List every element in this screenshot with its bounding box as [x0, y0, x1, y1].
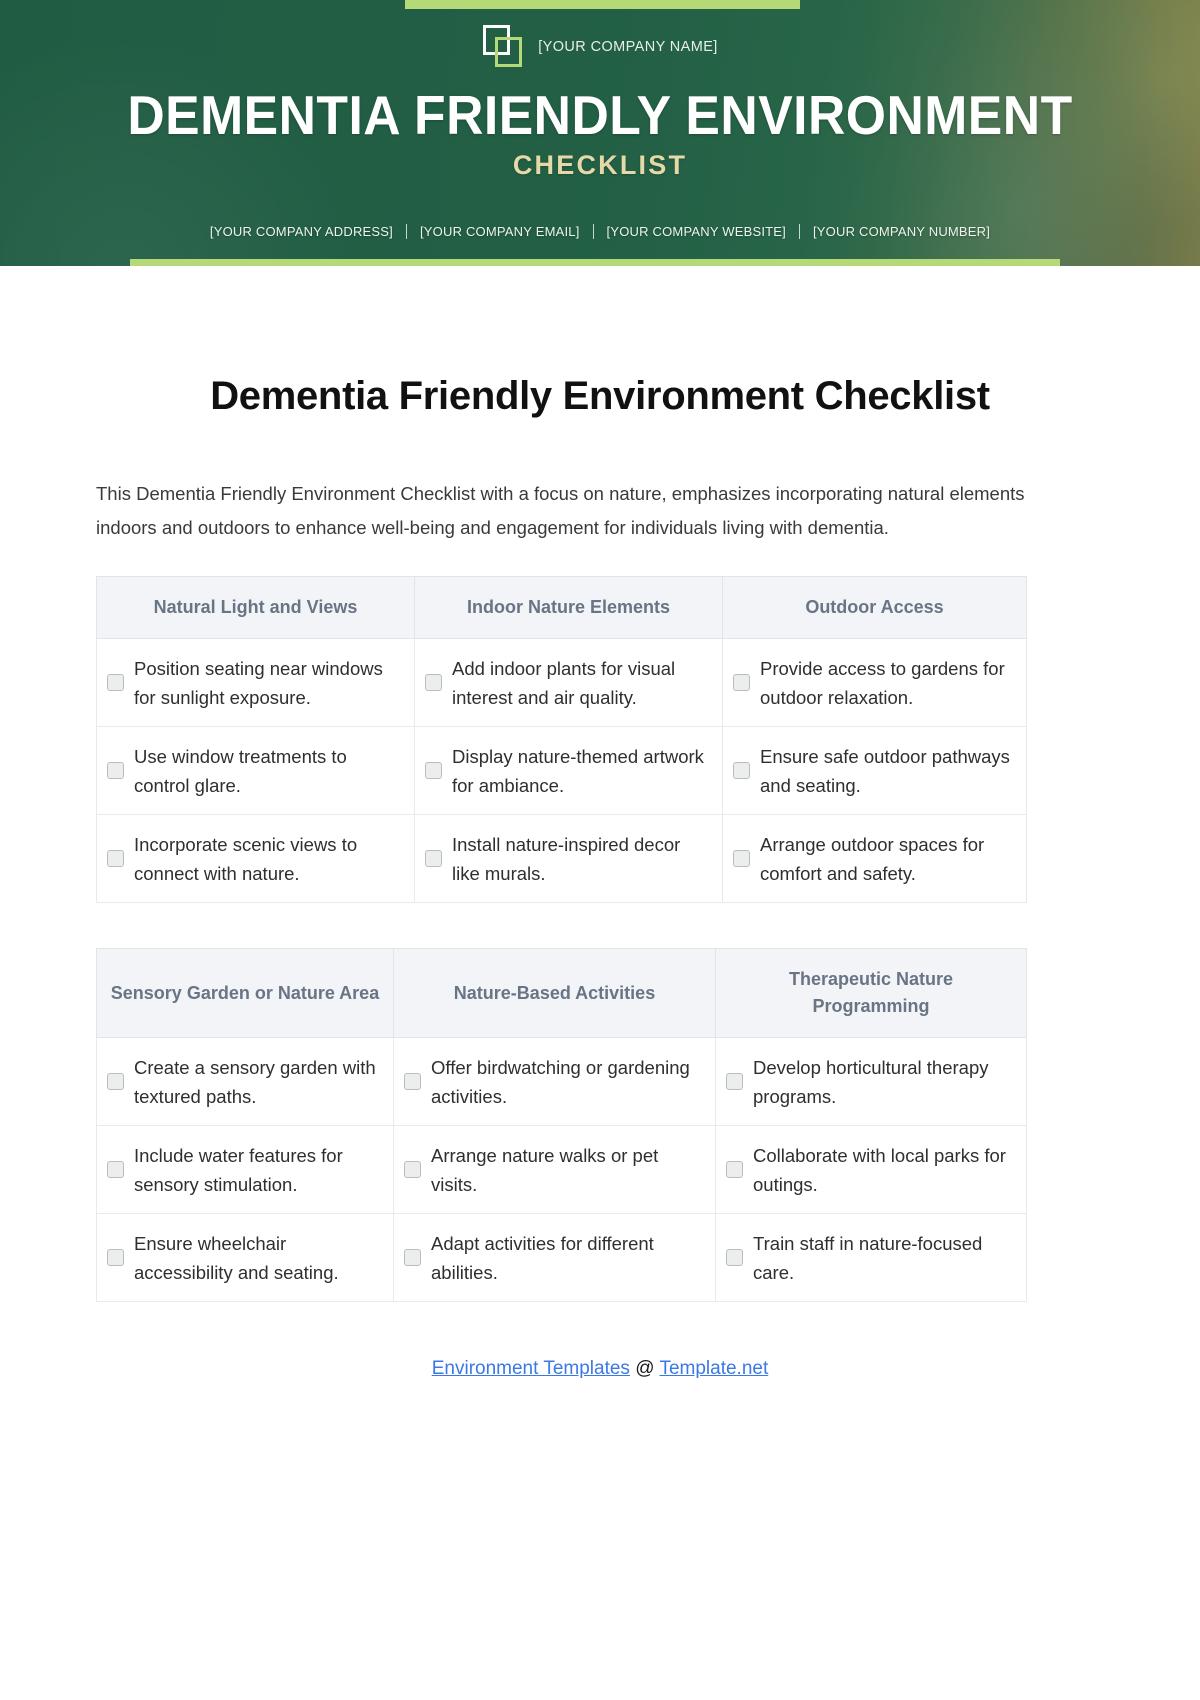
checklist-item-label: Ensure wheelchair accessibility and seat…: [134, 1232, 339, 1283]
checklist-item-label: Arrange nature walks or pet visits.: [431, 1144, 659, 1195]
template-net-link[interactable]: Template.net: [659, 1358, 768, 1379]
checklist-item-label: Arrange outdoor spaces for comfort and s…: [760, 833, 985, 884]
checklist-item-label: Collaborate with local parks for outings…: [753, 1144, 1006, 1195]
checkbox[interactable]: [425, 762, 442, 780]
checklist-cell: Provide access to gardens for outdoor re…: [722, 638, 1027, 728]
checkbox[interactable]: [726, 1249, 743, 1267]
checkbox[interactable]: [107, 1073, 124, 1091]
checklist-cell: Incorporate scenic views to connect with…: [96, 814, 415, 904]
checklist-item-label: Incorporate scenic views to connect with…: [134, 833, 358, 884]
checklist-item-label: Display nature-themed artwork for ambian…: [452, 745, 704, 796]
logo-square-green: [495, 37, 523, 67]
checklist-table: Natural Light and Views Indoor Nature Ele…: [96, 576, 1027, 904]
checklist-cell: Install nature-inspired decor like mural…: [414, 814, 723, 904]
company-email: [YOUR COMPANY EMAIL]: [419, 224, 580, 239]
column-header: Sensory Garden or Nature Area: [96, 948, 394, 1039]
column-header: Nature-Based Activities: [393, 948, 716, 1039]
contact-separator: [592, 224, 594, 239]
company-website: [YOUR COMPANY WEBSITE]: [606, 224, 786, 239]
footer-credit: Environment Templates @ Template.net: [96, 1358, 1104, 1380]
checklist-item-label: Train staff in nature-focused care.: [753, 1232, 983, 1283]
checkbox[interactable]: [726, 1161, 743, 1179]
checkbox[interactable]: [107, 1161, 124, 1179]
company-number: [YOUR COMPANY NUMBER]: [813, 224, 991, 239]
checklist-cell: Ensure safe outdoor pathways and seating…: [722, 726, 1027, 816]
checklist-cell: Arrange nature walks or pet visits.: [393, 1125, 716, 1215]
table-header-row: Sensory Garden or Nature Area Nature-Base…: [96, 948, 1027, 1039]
checklist-item-label: Install nature-inspired decor like mural…: [452, 833, 681, 884]
checkbox[interactable]: [726, 1073, 743, 1091]
company-address: [YOUR COMPANY ADDRESS]: [209, 224, 393, 239]
checklist-item-label: Offer birdwatching or gardening activiti…: [431, 1056, 690, 1107]
checklist-cell: Add indoor plants for visual interest an…: [414, 638, 723, 728]
contact-bar: [YOUR COMPANY ADDRESS] [YOUR COMPANY EMA…: [0, 224, 1200, 239]
checkbox[interactable]: [404, 1161, 421, 1179]
checklist-cell: Adapt activities for different abilities…: [393, 1213, 716, 1303]
checkbox[interactable]: [107, 762, 124, 780]
checkbox[interactable]: [404, 1249, 421, 1267]
table-row: Ensure wheelchair accessibility and seat…: [96, 1213, 1027, 1303]
checklist-cell: Display nature-themed artwork for ambian…: [414, 726, 723, 816]
checklist-item-label: Develop horticultural therapy programs.: [753, 1056, 989, 1107]
contact-separator: [799, 224, 800, 239]
table-row: Create a sensory garden with textured pa…: [96, 1037, 1027, 1127]
checklist-item-label: Include water features for sensory stimu…: [134, 1144, 343, 1195]
checklist-cell: Position seating near windows for sunlig…: [96, 638, 415, 728]
checklist-item-label: Create a sensory garden with textured pa…: [134, 1056, 376, 1107]
checklist-cell: Develop horticultural therapy programs.: [715, 1037, 1027, 1127]
checklist-cell: Use window treatments to control glare.: [96, 726, 415, 816]
checkbox[interactable]: [425, 850, 442, 868]
checklist-cell: Create a sensory garden with textured pa…: [96, 1037, 394, 1127]
page-title: Dementia Friendly Environment Checklist: [210, 374, 990, 418]
company-name: [YOUR COMPANY NAME]: [538, 39, 718, 55]
column-header: Outdoor Access: [722, 576, 1027, 640]
checkbox[interactable]: [404, 1073, 421, 1091]
overlapping-squares-logo-icon: [482, 24, 524, 70]
document-page: [YOUR COMPANY NAME] DEMENTIA FRIENDLY EN…: [0, 0, 1200, 1700]
checkbox[interactable]: [733, 850, 750, 868]
table-row: Position seating near windows for sunlig…: [96, 638, 1027, 728]
environment-templates-link[interactable]: Environment Templates: [432, 1358, 630, 1379]
brand-lockup: [YOUR COMPANY NAME]: [0, 24, 1200, 70]
checklist-item-label: Add indoor plants for visual interest an…: [452, 657, 676, 708]
checklist-cell: Collaborate with local parks for outings…: [715, 1125, 1027, 1215]
checklist-table: Sensory Garden or Nature Area Nature-Base…: [96, 948, 1027, 1303]
checklist-cell: Train staff in nature-focused care.: [715, 1213, 1027, 1303]
intro-paragraph: This Dementia Friendly Environment Check…: [96, 483, 1025, 538]
checkbox[interactable]: [107, 850, 124, 868]
checklist-cell: Offer birdwatching or gardening activiti…: [393, 1037, 716, 1127]
checkbox[interactable]: [733, 674, 750, 692]
checklist-item-label: Position seating near windows for sunlig…: [134, 657, 383, 708]
footer-separator: @: [635, 1358, 655, 1380]
checklist-cell: Include water features for sensory stimu…: [96, 1125, 394, 1215]
checkbox[interactable]: [733, 762, 750, 780]
table-row: Include water features for sensory stimu…: [96, 1125, 1027, 1215]
document-body: Dementia Friendly Environment Checklist …: [0, 266, 1200, 1380]
checkbox[interactable]: [425, 674, 442, 692]
header-subtitle: CHECKLIST: [512, 150, 688, 180]
column-header: Indoor Nature Elements: [414, 576, 723, 640]
document-header: [YOUR COMPANY NAME] DEMENTIA FRIENDLY EN…: [0, 0, 1200, 266]
checklist-item-label: Adapt activities for different abilities…: [431, 1232, 654, 1283]
checklist-cell: Arrange outdoor spaces for comfort and s…: [722, 814, 1027, 904]
checklist-item-label: Use window treatments to control glare.: [134, 745, 347, 796]
column-header: Therapeutic Nature Programming: [715, 948, 1027, 1039]
checklist-item-label: Provide access to gardens for outdoor re…: [760, 657, 1005, 708]
checklist-item-label: Ensure safe outdoor pathways and seating…: [760, 745, 1010, 796]
header-title: DEMENTIA FRIENDLY ENVIRONMENT: [127, 84, 1073, 146]
column-header: Natural Light and Views: [96, 576, 415, 640]
checkbox[interactable]: [107, 1249, 124, 1267]
table-row: Incorporate scenic views to connect with…: [96, 814, 1027, 904]
table-row: Use window treatments to control glare. D…: [96, 726, 1027, 816]
table-header-row: Natural Light and Views Indoor Nature Ele…: [96, 576, 1027, 640]
contact-separator: [405, 224, 407, 239]
checklist-tables: Natural Light and Views Indoor Nature Ele…: [96, 576, 1104, 1303]
checkbox[interactable]: [107, 674, 124, 692]
checklist-cell: Ensure wheelchair accessibility and seat…: [96, 1213, 394, 1303]
